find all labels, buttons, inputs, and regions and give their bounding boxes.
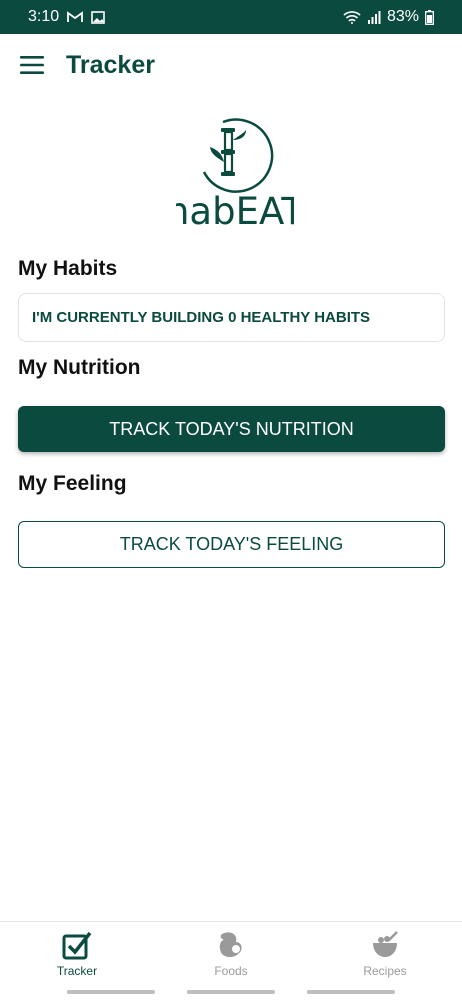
nutrition-heading: My Nutrition xyxy=(18,356,141,379)
app-bar: Tracker xyxy=(0,34,462,96)
nav-label-recipes: Recipes xyxy=(363,964,407,978)
battery-icon xyxy=(425,9,434,25)
food-icon xyxy=(216,930,246,960)
signal-icon xyxy=(367,10,381,24)
gesture-segment xyxy=(307,990,395,994)
nav-item-foods[interactable]: Foods xyxy=(154,922,308,984)
gmail-icon xyxy=(67,11,84,23)
habits-summary-card[interactable]: I'M CURRENTLY BUILDING 0 HEALTHY HABITS xyxy=(18,293,445,342)
wifi-icon xyxy=(343,10,361,24)
nav-label-foods: Foods xyxy=(214,964,248,978)
image-icon xyxy=(91,10,105,24)
status-left: 3:10 xyxy=(28,8,105,26)
app-logo: habEAT xyxy=(166,112,304,233)
hamburger-menu-icon[interactable] xyxy=(18,51,46,79)
gesture-segment xyxy=(187,990,275,994)
page-title: Tracker xyxy=(66,50,155,79)
gesture-segment xyxy=(67,990,155,994)
checkbox-icon xyxy=(62,930,92,960)
status-time: 3:10 xyxy=(28,8,60,25)
system-gesture-bar xyxy=(0,984,462,1000)
nav-item-recipes[interactable]: Recipes xyxy=(308,922,462,984)
track-feeling-label: TRACK TODAY'S FEELING xyxy=(119,534,344,554)
nav-label-tracker: Tracker xyxy=(56,964,98,978)
status-bar: 3:10 83% xyxy=(0,0,462,34)
bamboo-leaf-icon: habEAT xyxy=(166,118,304,233)
track-nutrition-button[interactable]: TRACK TODAY'S NUTRITION xyxy=(18,406,445,452)
nav-item-tracker[interactable]: Tracker xyxy=(0,922,154,984)
logo-wordmark: habEAT xyxy=(176,190,294,232)
battery-percent: 83% xyxy=(386,8,419,25)
habits-heading: My Habits xyxy=(18,257,118,280)
track-feeling-button[interactable]: TRACK TODAY'S FEELING xyxy=(18,521,445,568)
status-right: 83% xyxy=(343,8,434,26)
bowl-icon xyxy=(370,930,400,960)
habits-summary-text: I'M CURRENTLY BUILDING 0 HEALTHY HABITS xyxy=(32,309,371,326)
bottom-nav: Tracker Foods Recipes xyxy=(0,921,462,984)
track-nutrition-label: TRACK TODAY'S NUTRITION xyxy=(109,418,354,439)
feeling-heading: My Feeling xyxy=(18,472,127,495)
